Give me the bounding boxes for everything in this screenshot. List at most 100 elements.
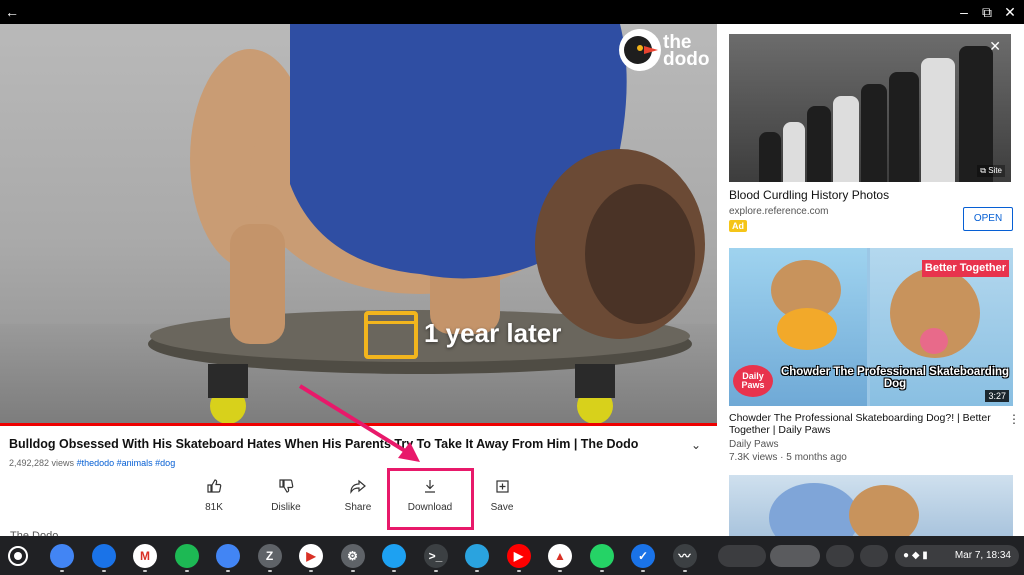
telegram-icon[interactable] [465, 544, 489, 568]
running-indicator [558, 570, 562, 572]
running-indicator [433, 570, 438, 572]
spotify-icon[interactable] [174, 544, 199, 568]
video-player[interactable]: 1 year later the dodo [0, 24, 717, 426]
ad-figure [759, 132, 781, 182]
running-indicator [350, 570, 355, 572]
launcher-icon[interactable] [8, 546, 28, 566]
thumbs-up-icon [179, 478, 249, 498]
app-window: ← – ⧉ ✕ 1 year later the dodo Bulldog Ob… [0, 0, 1024, 575]
running-indicator [516, 570, 521, 572]
files-icon[interactable] [91, 544, 116, 568]
save-button[interactable]: Save [467, 478, 537, 513]
ad-figure [959, 46, 993, 182]
hashtag-link[interactable]: #thedodo [77, 458, 115, 468]
gmail-icon[interactable]: M [133, 544, 157, 568]
calendar-icon [364, 311, 418, 359]
settings-icon[interactable]: ⚙ [340, 544, 365, 568]
drive-icon[interactable]: ▲ [548, 544, 572, 568]
ad-title[interactable]: Blood Curdling History Photos [729, 188, 889, 202]
chrome-icon[interactable] [50, 544, 74, 568]
related-video-thumbnail[interactable]: Better Together Daily Paws Chowder The P… [729, 248, 1013, 406]
running-indicator [184, 570, 189, 572]
clock: Mar 7, 18:34 [954, 550, 1011, 561]
related-video-thumbnail[interactable] [729, 475, 1013, 536]
ad-figure [783, 122, 805, 182]
tasks-icon[interactable]: ✓ [631, 544, 655, 568]
video-duration: 3:27 [985, 390, 1009, 402]
thumbs-down-icon [251, 478, 321, 498]
notification-icon: ● ◆ ▮ [903, 550, 928, 561]
site-link[interactable]: ⧉ Site [977, 165, 1005, 177]
like-count: 81K [205, 502, 223, 513]
more-options-icon[interactable]: ⋮ [1008, 412, 1020, 426]
ad-image[interactable]: ✕ ⧉ Site [729, 34, 1011, 182]
z-app-icon[interactable]: Z [257, 544, 282, 568]
restore-icon[interactable]: ⧉ [977, 2, 997, 22]
related-sidebar: ✕ ⧉ Site Blood Curdling History Photos e… [717, 24, 1024, 536]
dislike-button[interactable]: Dislike [251, 478, 321, 513]
like-button[interactable]: 81K [179, 478, 249, 513]
running-indicator [143, 570, 147, 572]
ad-url: explore.reference.com [729, 206, 829, 217]
clipboard-icon[interactable] [826, 545, 854, 567]
ad-figure [889, 72, 919, 182]
dodo-logo-text: the dodo [663, 32, 710, 70]
video-meta: 2,492,282 views #thedodo #animals #dog [9, 458, 175, 468]
better-together-badge: Better Together [921, 260, 1009, 277]
close-icon[interactable]: ✕ [1000, 2, 1020, 22]
desk-switcher[interactable] [718, 545, 766, 567]
phone-hub-icon[interactable] [860, 545, 888, 567]
hashtag-link[interactable]: #dog [155, 458, 175, 468]
daily-paws-logo: Daily Paws [733, 365, 773, 397]
dog-shirt-image [769, 483, 859, 536]
running-indicator [226, 570, 230, 572]
ad-figure [921, 58, 955, 182]
running-indicator [682, 570, 687, 572]
docs-icon[interactable] [216, 544, 240, 568]
activity-icon[interactable]: 〰 [672, 544, 697, 568]
running-indicator [641, 570, 645, 572]
view-count: 2,492,282 views [9, 458, 75, 468]
running-indicator [599, 570, 604, 572]
video-info-panel: Bulldog Obsessed With His Skateboard Hat… [0, 426, 717, 542]
twitter-icon[interactable] [382, 544, 406, 568]
ad-figure [861, 84, 887, 182]
share-button[interactable]: Share [323, 478, 393, 513]
dog-tongue-image [920, 328, 948, 354]
hashtag-link[interactable]: #animals [117, 458, 153, 468]
skateboard-image [777, 308, 837, 350]
running-indicator [267, 570, 272, 572]
back-arrow-icon[interactable]: ← [2, 2, 22, 22]
play-store-icon[interactable]: ▶ [299, 544, 323, 568]
running-indicator [60, 570, 64, 572]
related-video-channel: Daily Paws [729, 439, 779, 450]
running-indicator [475, 570, 479, 572]
thumbnail-caption: Chowder The Professional Skateboarding D… [780, 366, 1010, 390]
ad-badge: Ad [729, 220, 747, 232]
youtube-icon[interactable]: ▶ [506, 544, 531, 568]
running-indicator [392, 570, 396, 572]
related-video-title[interactable]: Chowder The Professional Skateboarding D… [729, 412, 999, 436]
ad-figure [833, 96, 859, 182]
video-title[interactable]: Bulldog Obsessed With His Skateboard Hat… [9, 437, 679, 451]
video-frame-illustration [148, 24, 705, 424]
save-label: Save [490, 502, 514, 513]
share-icon [323, 478, 393, 498]
system-shelf: M Z ▶ ⚙ >_ ▶ ▲ ✓ 〰 ● ◆ ▮ Mar 7, 18:34 [0, 536, 1024, 575]
chevron-down-icon[interactable]: ⌄ [691, 438, 701, 452]
close-ad-icon[interactable]: ✕ [989, 38, 1001, 55]
video-overlay-text: 1 year later [424, 318, 562, 348]
open-button[interactable]: OPEN [963, 207, 1013, 231]
window-preview[interactable] [770, 545, 820, 567]
minimize-icon[interactable]: – [954, 2, 974, 22]
dog-face-image [849, 485, 919, 536]
status-tray[interactable]: ● ◆ ▮ Mar 7, 18:34 [895, 545, 1019, 567]
terminal-icon[interactable]: >_ [423, 544, 448, 568]
whatsapp-icon[interactable] [589, 544, 614, 568]
running-indicator [309, 570, 313, 572]
running-indicator [101, 570, 106, 572]
dislike-label: Dislike [271, 502, 301, 513]
title-bar: ← – ⧉ ✕ [0, 0, 1024, 24]
save-playlist-icon [467, 478, 537, 498]
ad-figure [807, 106, 831, 182]
